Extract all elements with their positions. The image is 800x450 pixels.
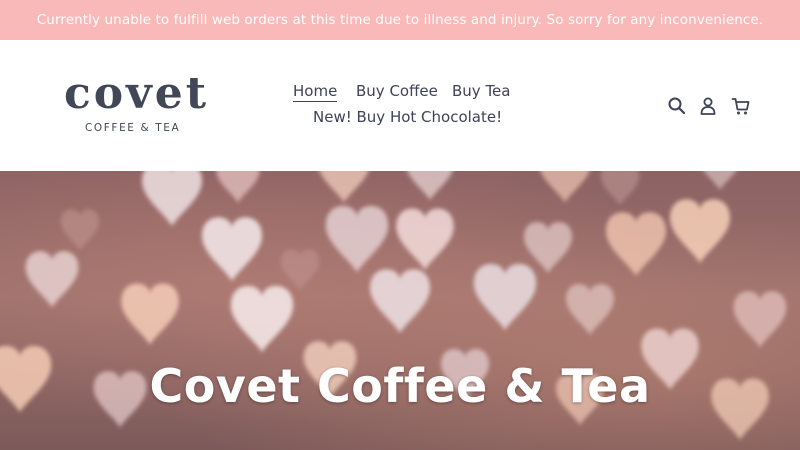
header-icons	[0, 95, 800, 119]
hero-title: Covet Coffee & Tea	[149, 359, 651, 413]
site-header: covet COFFEE & TEA Home Buy Coffee Buy T…	[0, 40, 800, 171]
cart-icon[interactable]	[730, 95, 752, 117]
announcement-bar: Currently unable to fulfill web orders a…	[0, 0, 800, 40]
announcement-text: Currently unable to fulfill web orders a…	[36, 12, 764, 28]
account-icon[interactable]	[697, 95, 719, 117]
search-icon[interactable]	[666, 95, 688, 117]
hero-banner: Covet Coffee & Tea	[0, 171, 800, 450]
